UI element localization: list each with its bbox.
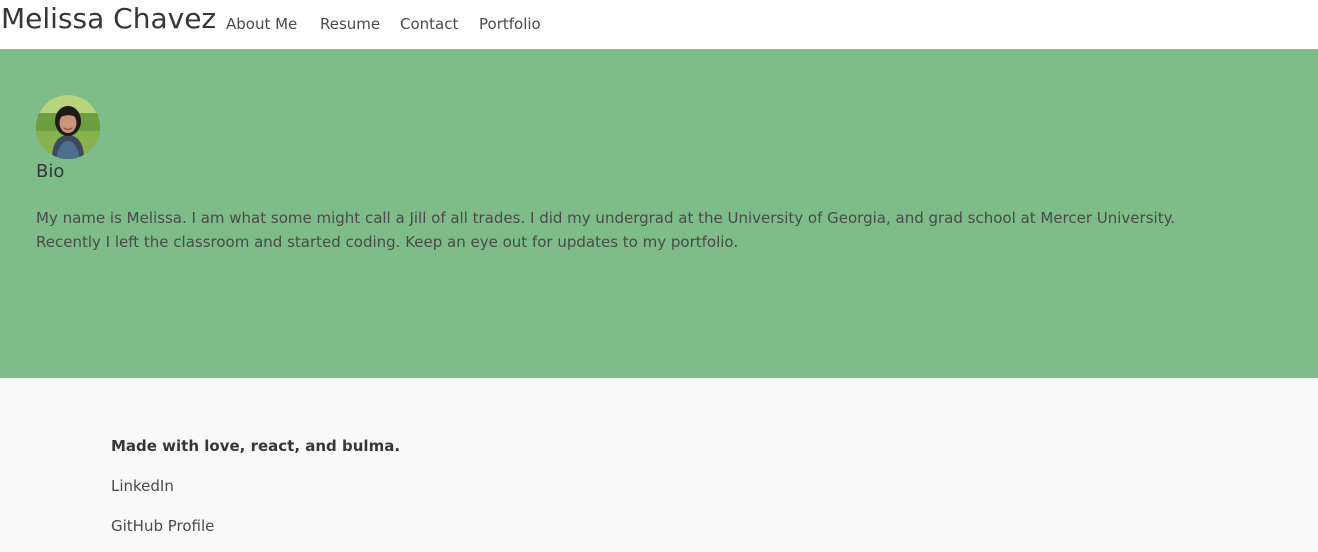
- github-profile-link[interactable]: GitHub Profile: [111, 516, 214, 536]
- bio-text: My name is Melissa. I am what some might…: [36, 209, 1176, 251]
- nav-item-portfolio[interactable]: Portfolio: [479, 14, 541, 34]
- linkedin-link[interactable]: LinkedIn: [111, 476, 174, 496]
- brand-logo[interactable]: Melissa Chavez: [1, 1, 216, 37]
- nav-item-contact[interactable]: Contact: [400, 14, 458, 34]
- nav-item-about-me[interactable]: About Me: [226, 14, 297, 34]
- navbar: Melissa Chavez About Me Resume Contact P…: [0, 0, 1318, 49]
- bio-title: Bio: [36, 161, 65, 182]
- nav-item-resume[interactable]: Resume: [320, 14, 380, 34]
- footer-credit: Made with love, react, and bulma.: [111, 437, 401, 455]
- avatar: [36, 95, 100, 159]
